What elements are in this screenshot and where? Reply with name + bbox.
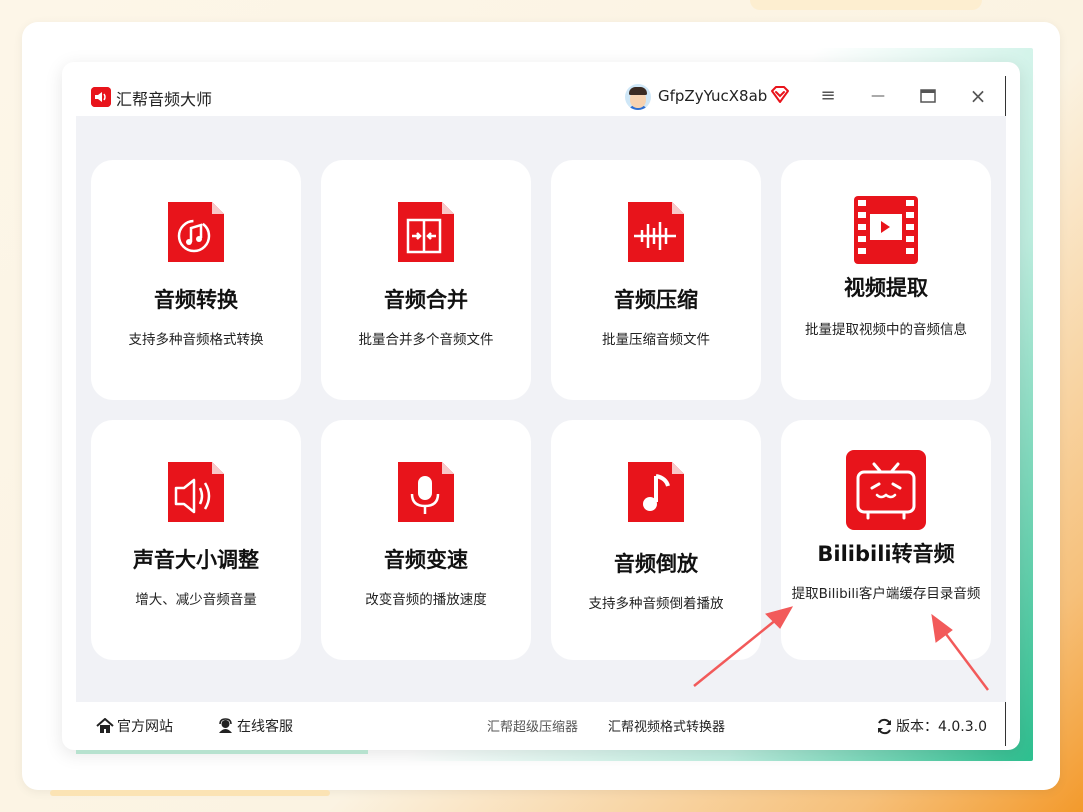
card-title: 视频提取 [844,276,928,300]
vip-diamond-icon[interactable] [769,84,791,106]
card-title: 音频变速 [384,548,468,572]
compressor-link[interactable]: 汇帮超级压缩器 [487,716,578,735]
video-converter-link[interactable]: 汇帮视频格式转换器 [608,716,725,735]
card-audio-compress[interactable]: 音频压缩 批量压缩音频文件 [551,160,761,400]
card-title: 音频压缩 [614,288,698,312]
version-label: 版本：4.0.3.0 [896,719,987,735]
version-info[interactable]: 版本：4.0.3.0 [876,716,987,736]
feature-grid: 音频转换 支持多种音频格式转换 音频合并 批量合并多个音频文件 音频压缩 批量压… [76,116,1006,702]
card-volume-adjust[interactable]: 声音大小调整 增大、减少音频音量 [91,420,301,660]
audio-compress-icon [628,202,684,262]
card-title: 音频合并 [384,288,468,312]
home-icon [96,718,114,733]
card-audio-speed[interactable]: 音频变速 改变音频的播放速度 [321,420,531,660]
background-tab-decoration [750,0,982,10]
card-desc: 支持多种音频倒着播放 [588,596,724,612]
official-website-link[interactable]: 官方网站 [96,716,173,736]
decoration-line [76,750,368,754]
card-audio-merge[interactable]: 音频合并 批量合并多个音频文件 [321,160,531,400]
footer-bar: 官方网站 在线客服 汇帮超级压缩器 汇帮视频格式转换器 版本：4.0.3.0 [62,702,1020,750]
website-label: 官方网站 [117,719,173,735]
username[interactable]: GfpZyYucX8ab [658,87,767,105]
audio-convert-icon [168,202,224,262]
card-desc: 支持多种音频格式转换 [128,332,264,348]
card-bilibili-to-audio[interactable]: Bilibili转音频 提取Bilibili客户端缓存目录音频 [781,420,991,660]
app-window: 汇帮音频大师 GfpZyYucX8ab ≡ — × 音频转换 支持多种音频格式转… [62,62,1020,750]
card-title: 音频倒放 [614,552,698,576]
speaker-logo-icon [91,87,111,107]
support-label: 在线客服 [237,719,293,735]
card-desc: 批量提取视频中的音频信息 [805,322,967,338]
app-title: 汇帮音频大师 [116,90,213,109]
card-desc: 改变音频的播放速度 [365,592,487,608]
card-title: 音频转换 [154,288,238,312]
card-desc: 提取Bilibili客户端缓存目录音频 [791,586,981,602]
bilibili-tv-icon [846,450,926,530]
headset-icon [219,718,232,733]
menu-icon[interactable]: ≡ [816,84,840,108]
card-title: Bilibili转音频 [817,542,955,566]
card-video-extract[interactable]: 视频提取 批量提取视频中的音频信息 [781,160,991,400]
card-title: 声音大小调整 [133,548,259,572]
refresh-icon [878,718,891,734]
background-bar-decoration [50,790,330,796]
minimize-button[interactable]: — [866,84,890,108]
audio-merge-icon [398,202,454,262]
title-bar: 汇帮音频大师 GfpZyYucX8ab ≡ — × [62,62,1020,116]
card-audio-reverse[interactable]: 音频倒放 支持多种音频倒着播放 [551,420,761,660]
card-audio-convert[interactable]: 音频转换 支持多种音频格式转换 [91,160,301,400]
card-desc: 批量合并多个音频文件 [358,332,494,348]
close-button[interactable]: × [966,84,990,108]
volume-adjust-icon [168,462,224,522]
maximize-button[interactable] [916,84,940,108]
card-desc: 批量压缩音频文件 [602,332,710,348]
video-extract-icon [854,196,918,264]
music-note-icon [628,462,684,522]
microphone-icon [398,462,454,522]
card-desc: 增大、减少音频音量 [135,592,257,608]
online-support-link[interactable]: 在线客服 [217,716,293,736]
user-avatar[interactable] [625,84,651,110]
